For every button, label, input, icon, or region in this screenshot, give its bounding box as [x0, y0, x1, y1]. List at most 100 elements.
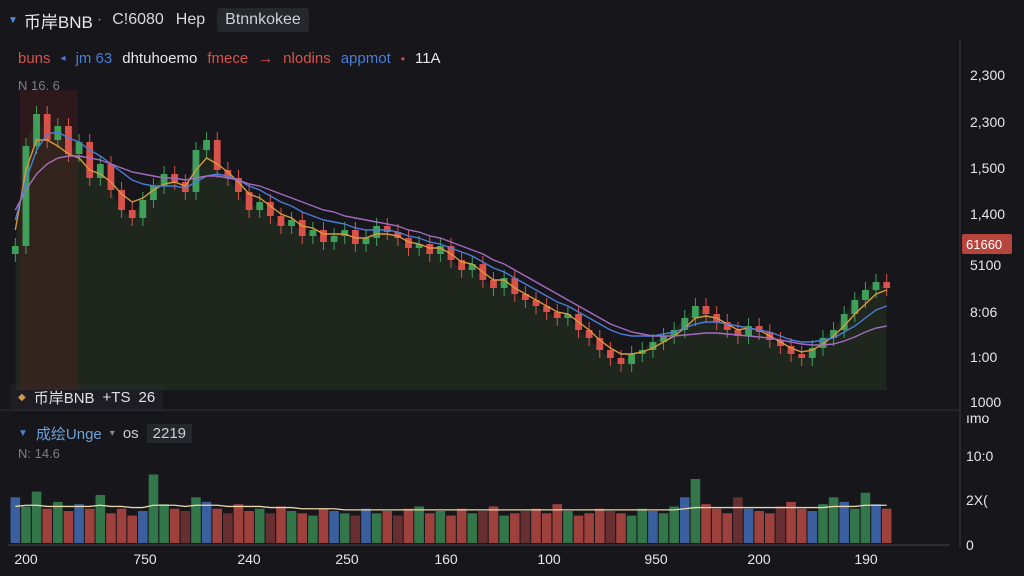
volume-bar: [84, 508, 95, 543]
exchange-tag[interactable]: Btnnkokee: [217, 8, 309, 32]
volume-bar: [563, 511, 573, 543]
diamond-icon: ◆: [18, 392, 26, 403]
candle-body: [266, 202, 274, 216]
candle-body: [883, 282, 891, 288]
candle-body: [341, 230, 349, 236]
legend-item-6[interactable]: nlodins: [283, 50, 331, 67]
volume-bar: [871, 504, 881, 543]
candle-body: [490, 280, 497, 288]
price-chart: 2,3002,3001,5001,40051008:061:0010006166…: [0, 40, 1012, 567]
candle-body: [872, 282, 880, 290]
volume-bar: [169, 508, 180, 543]
volume-ma-line: [15, 504, 887, 511]
volume-bar: [839, 501, 849, 543]
candle-body: [373, 226, 381, 238]
volume-bar: [361, 508, 371, 543]
volume-bar: [180, 511, 191, 543]
volume-bar: [775, 506, 786, 543]
candle-body: [734, 330, 742, 336]
price-axis-label: 1,500: [970, 160, 1005, 176]
price-axis-label: 1000: [970, 394, 1001, 410]
volume-bar: [722, 513, 733, 543]
volume-bar: [329, 511, 339, 543]
volume-bar: [541, 513, 552, 543]
legend-item-3[interactable]: dhtuhoemo: [122, 50, 197, 67]
volume-bar: [254, 508, 265, 543]
volume-bar: [308, 515, 318, 543]
volume-bar: [127, 515, 137, 543]
price-axis-label: 2,300: [970, 67, 1005, 83]
volume-axis-label: ımo: [966, 410, 990, 426]
volume-bar: [10, 497, 21, 543]
volume-bar: [414, 506, 424, 543]
x-tick-label: 240: [237, 551, 261, 567]
candle-body: [585, 330, 593, 338]
volume-bar: [531, 508, 541, 543]
candle-body: [192, 150, 200, 192]
price-area-fill: [15, 114, 887, 390]
volume-bar: [743, 508, 754, 543]
candle-body: [862, 290, 869, 300]
volume-bar: [786, 501, 796, 543]
x-tick-label: 950: [644, 551, 668, 567]
volume-bar: [690, 479, 701, 543]
volume-bar: [456, 508, 467, 543]
candle-body: [139, 200, 147, 218]
volume-bar: [711, 508, 722, 543]
lower-legend-ts: +TS: [102, 389, 131, 406]
candle-body: [777, 340, 784, 346]
candle-body: [277, 216, 285, 226]
volume-bar: [765, 513, 775, 543]
lower-legend-val: 26: [138, 389, 156, 406]
candle-body: [819, 338, 827, 348]
x-tick-label: 200: [747, 551, 771, 567]
candle-body: [54, 126, 62, 140]
candle-body: [447, 246, 455, 260]
volume-bar: [605, 511, 616, 543]
legend-item-1[interactable]: buns: [18, 50, 51, 67]
volume-bar: [116, 508, 127, 543]
volume-bar: [594, 508, 605, 543]
candle-body: [288, 220, 296, 226]
candle-body: [224, 170, 232, 178]
candle-body: [320, 230, 327, 242]
candle-body: [245, 192, 253, 210]
x-tick-label: 250: [335, 551, 359, 567]
candle-body: [532, 300, 540, 306]
volume-legend-label[interactable]: 成绘Unge: [36, 423, 102, 444]
volume-bar: [148, 474, 159, 543]
symbol-selector[interactable]: ▼ 币岸BNB: [8, 8, 93, 33]
lower-legend-symbol: 币岸BNB: [33, 390, 95, 407]
candle-body: [660, 336, 667, 342]
candle-body: [745, 326, 752, 336]
candle-body: [702, 306, 710, 314]
volume-bar: [63, 511, 74, 543]
volume-axis-label: 0: [966, 537, 974, 553]
ma-line-ma25: [14, 131, 887, 343]
candle-body: [628, 354, 636, 364]
help-tag[interactable]: Hep: [170, 9, 211, 31]
candle-body: [65, 126, 72, 154]
arrow-icon: ◂: [60, 53, 66, 64]
current-price-badge-label: 61660: [966, 237, 1002, 252]
candle-body: [298, 220, 306, 236]
volume-bar: [807, 511, 818, 543]
legend-item-7[interactable]: appmot: [341, 50, 391, 67]
candle-body: [479, 264, 487, 280]
price-axis-label: 2,300: [970, 114, 1005, 130]
legend-item-8[interactable]: 11A: [415, 50, 441, 67]
volume-bar: [509, 513, 520, 543]
volume-bar: [286, 511, 297, 543]
candle-body: [500, 278, 508, 288]
highlight-band: [20, 90, 78, 390]
volume-bar: [191, 497, 201, 543]
volume-bar: [371, 513, 382, 543]
legend-item-2[interactable]: jm 63: [76, 50, 113, 67]
volume-bar: [616, 513, 626, 543]
candle-body: [638, 350, 646, 354]
candle-body: [86, 142, 94, 178]
volume-bar: [393, 515, 403, 543]
chevron-down-icon: ▼: [8, 14, 18, 26]
legend-item-4[interactable]: fmece: [207, 50, 248, 67]
candle-body: [617, 358, 625, 364]
